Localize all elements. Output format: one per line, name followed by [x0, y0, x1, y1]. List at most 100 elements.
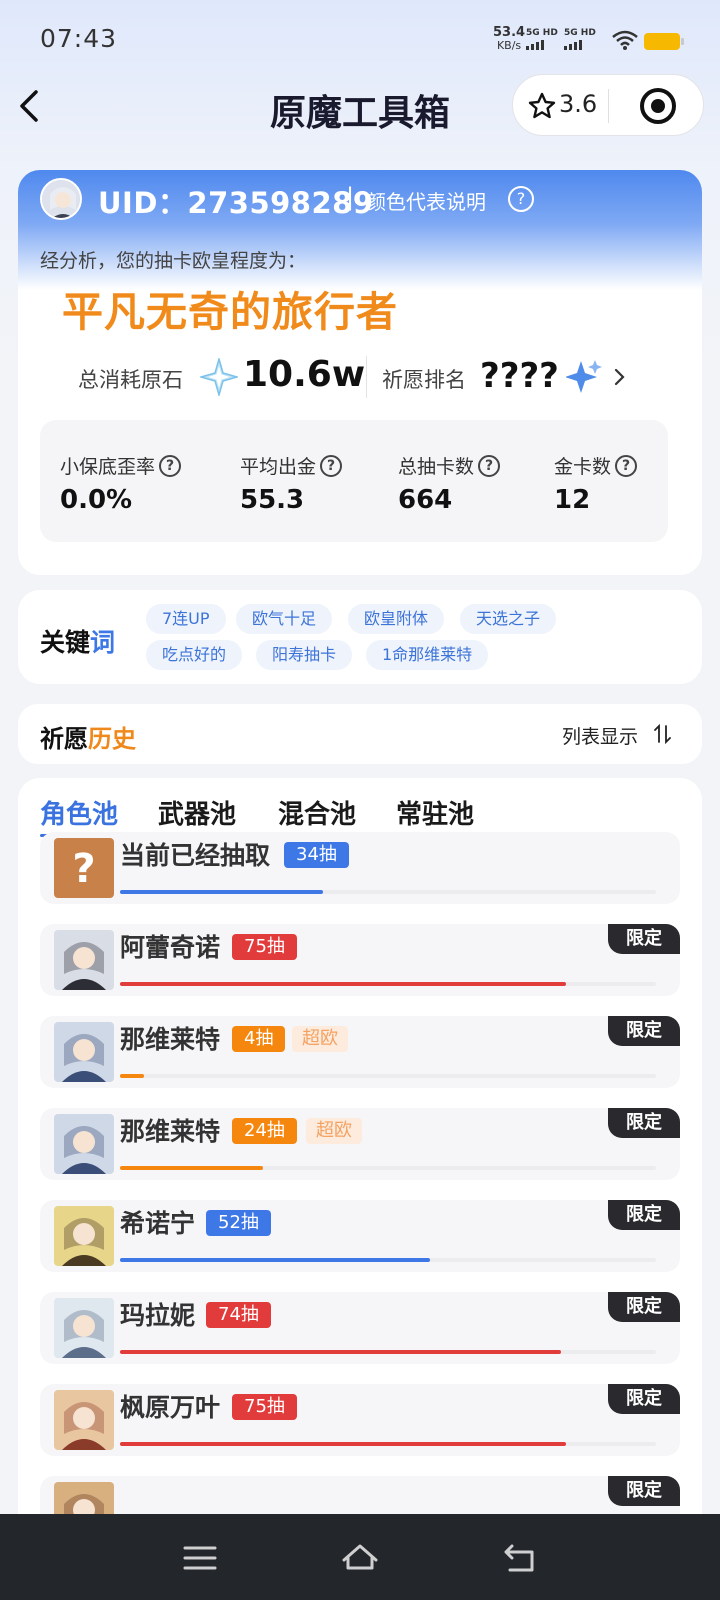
home-icon[interactable]	[338, 1538, 382, 1578]
character-name: 希诺宁	[120, 1209, 196, 1238]
character-name: 当前已经抽取	[120, 841, 271, 870]
keyword-chip[interactable]: 1命那维莱特	[366, 640, 489, 670]
pull-row[interactable]: 那维莱特 4抽 超欧 限定	[40, 1016, 680, 1088]
system-nav-bar	[0, 1514, 720, 1600]
tab-character-pool[interactable]: 角色池	[40, 794, 119, 837]
help-icon[interactable]: ?	[508, 186, 534, 212]
keywords-title: 关键词	[40, 623, 115, 659]
pull-progress-track	[120, 982, 656, 986]
character-avatar	[54, 930, 114, 990]
user-avatar	[40, 178, 82, 220]
wish-history-title: 祈愿历史	[40, 719, 136, 754]
stat-label: 平均出金	[240, 456, 317, 478]
battery-icon	[644, 33, 684, 50]
pull-progress-track	[120, 1166, 656, 1170]
star-icon[interactable]	[527, 91, 557, 121]
status-bar: 07:43 53.4 KB/s 5G HD 5G HD	[0, 0, 720, 80]
menu-icon[interactable]	[178, 1538, 222, 1578]
tab-mixed-pool[interactable]: 混合池	[278, 794, 356, 831]
stats-box: 小保底歪率? 0.0% 平均出金? 55.3 总抽卡数? 664 金卡数? 12	[40, 420, 668, 542]
spent-label: 总消耗原石	[78, 368, 183, 392]
pull-count-badge: 4抽	[232, 1026, 286, 1052]
pull-count-badge: 24抽	[232, 1118, 297, 1144]
chevron-right-icon[interactable]	[612, 366, 628, 388]
pull-row[interactable]: 玛拉妮 74抽 限定	[40, 1292, 680, 1364]
help-icon[interactable]: ?	[478, 454, 501, 477]
pull-count-badge: 52抽	[206, 1210, 271, 1236]
pull-count-badge: 75抽	[232, 1394, 297, 1420]
stat-value: 664	[398, 485, 453, 515]
stat-label: 金卡数	[554, 456, 612, 478]
limited-badge: 限定	[608, 924, 680, 954]
pull-count-badge: 75抽	[232, 934, 297, 960]
stat-average-gold: 平均出金? 55.3	[240, 452, 343, 515]
stat-total-pulls: 总抽卡数? 664	[398, 452, 501, 515]
limited-badge: 限定	[608, 1292, 680, 1322]
back-icon[interactable]	[498, 1538, 542, 1578]
keyword-chip[interactable]: 7连UP	[146, 604, 226, 634]
close-target-icon[interactable]	[640, 88, 676, 124]
pull-progress-fill	[120, 1350, 561, 1354]
keywords-card: 关键词 7连UP 欧气十足 欧皇附体 天选之子 吃点好的 阳寿抽卡 1命那维莱特	[18, 590, 702, 684]
list-view-toggle[interactable]: 列表显示	[562, 722, 638, 749]
pull-progress-fill	[120, 982, 566, 986]
keyword-chip[interactable]: 吃点好的	[146, 640, 243, 670]
mini-program-capsule: 3.6	[512, 74, 704, 136]
wish-history-title-main: 祈愿	[40, 725, 88, 753]
tab-standard-pool[interactable]: 常驻池	[396, 794, 474, 831]
stat-label: 总抽卡数	[398, 456, 475, 478]
pool-card: 角色池 武器池 混合池 常驻池 ? 当前已经抽取 34抽 阿蕾奇诺 75抽 限定 那维莱特 4…	[18, 778, 702, 1518]
help-icon[interactable]: ?	[159, 454, 182, 477]
keywords-title-accent: 词	[90, 628, 116, 657]
keyword-chip[interactable]: 阳寿抽卡	[256, 640, 353, 670]
luck-tag: 超欧	[306, 1118, 362, 1144]
sim2-label: 5G HD	[564, 28, 596, 38]
network-speed-unit: KB/s	[496, 39, 522, 52]
character-name: 那维莱特	[120, 1117, 221, 1146]
help-icon[interactable]: ?	[615, 454, 638, 477]
pull-row[interactable]: 限定	[40, 1476, 680, 1518]
pull-count-badge: 74抽	[206, 1302, 271, 1328]
stat-pity-loss-rate: 小保底歪率? 0.0%	[60, 452, 182, 515]
keyword-chip[interactable]: 天选之子	[460, 604, 557, 634]
character-name: 那维莱特	[120, 1025, 221, 1054]
pull-row[interactable]: 枫原万叶 75抽 限定	[40, 1384, 680, 1456]
sort-icon[interactable]	[654, 724, 672, 744]
pull-progress-fill	[120, 1074, 144, 1078]
color-legend-link[interactable]: 颜色代表说明	[366, 186, 486, 215]
rank-value[interactable]: ????	[480, 356, 559, 396]
pull-progress-fill	[120, 1166, 263, 1170]
pull-row[interactable]: 希诺宁 52抽 限定	[40, 1200, 680, 1272]
pull-row[interactable]: 阿蕾奇诺 75抽 限定	[40, 924, 680, 996]
pull-progress-fill	[120, 1442, 566, 1446]
uid-separator: |	[346, 183, 355, 211]
pull-row[interactable]: ? 当前已经抽取 34抽	[40, 832, 680, 904]
pull-progress-track	[120, 1074, 656, 1078]
limited-badge: 限定	[608, 1384, 680, 1414]
limited-badge: 限定	[608, 1016, 680, 1046]
primogem-icon	[200, 358, 238, 396]
sim1-label: 5G HD	[526, 28, 558, 38]
rank-label[interactable]: 祈愿排名	[382, 364, 466, 394]
character-avatar	[54, 1482, 114, 1518]
network-speed-value: 53.4	[493, 25, 526, 40]
rating-value: 3.6	[559, 90, 598, 118]
tab-weapon-pool[interactable]: 武器池	[158, 794, 236, 831]
pull-row[interactable]: 那维莱特 24抽 超欧 限定	[40, 1108, 680, 1180]
keyword-chip[interactable]: 欧皇附体	[348, 604, 445, 634]
unknown-character-icon: ?	[54, 838, 114, 898]
pull-progress-fill	[120, 1258, 430, 1262]
keywords-title-main: 关键	[40, 628, 91, 657]
keyword-chip[interactable]: 欧气十足	[236, 604, 333, 634]
svg-text:?: ?	[72, 846, 95, 892]
capsule-divider	[608, 89, 609, 123]
character-name: 阿蕾奇诺	[120, 933, 221, 962]
sparkle-icon	[566, 360, 602, 393]
character-avatar	[54, 1022, 114, 1082]
analysis-label: 经分析，您的抽卡欧皇程度为：	[40, 250, 307, 272]
limited-badge: 限定	[608, 1476, 680, 1506]
help-icon[interactable]: ?	[320, 454, 343, 477]
limited-badge: 限定	[608, 1200, 680, 1230]
spent-value: 10.6w	[243, 354, 366, 395]
character-name: 枫原万叶	[120, 1393, 221, 1422]
